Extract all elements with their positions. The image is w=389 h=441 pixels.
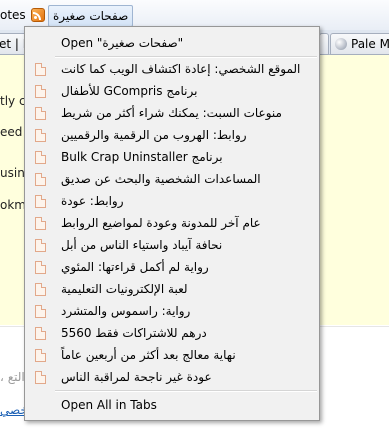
open-folder-item[interactable]: Open "صفحات صغيرة" (61, 36, 183, 50)
tab-right-label: Pale M (351, 37, 389, 51)
bookmark-item-label: برنامج GCompris للأطفال (61, 84, 198, 98)
page-icon (35, 107, 46, 120)
open-all-in-tabs-item[interactable]: Open All in Tabs (61, 398, 157, 412)
bg-text-line-2: eed (0, 125, 23, 139)
bookmark-item-label: روابط: الهروب من الرقمية والرقميين (61, 128, 247, 142)
tab-right[interactable]: Pale M (330, 33, 389, 55)
bookmark-item[interactable]: المساعدات الشخصية والبحث عن صديق (25, 169, 319, 191)
bookmark-item-label: الموقع الشخصي: إعادة اكتشاف الويب كما كا… (61, 62, 301, 76)
tab-partial[interactable] (319, 33, 329, 55)
page-icon (35, 371, 46, 384)
bookmark-item-label: رواية: راسموس والمتشرد (61, 304, 191, 318)
bookmark-item[interactable]: لعبة الإلكترونيات التعليمية (25, 279, 319, 301)
page-icon (35, 261, 46, 274)
rss-feed-icon (31, 8, 45, 22)
bookmark-notes-fragment[interactable]: otes (0, 8, 26, 22)
bookmark-item-label: منوعات السبت: يمكنك شراء أكثر من شريط (61, 106, 282, 120)
bg-gray-text: ، التع (0, 370, 25, 384)
bookmark-item-label: روابط: عودة (61, 194, 124, 208)
page-icon (35, 129, 46, 142)
bookmark-folder-menu: Open "صفحات صغيرة" الموقع الشخصي: إعادة … (24, 26, 320, 421)
bookmark-item-label: لعبة الإلكترونيات التعليمية (61, 282, 188, 296)
menu-separator (55, 390, 317, 392)
page-icon (35, 283, 46, 296)
bookmark-item[interactable]: نهاية معالج بعد أكثر من أربعين عاماً (25, 345, 319, 367)
page-icon (35, 239, 46, 252)
bookmark-item[interactable]: رواية: راسموس والمتشرد (25, 301, 319, 323)
bg-text-line-3: usin (0, 166, 25, 180)
page-icon (35, 217, 46, 230)
page-icon (35, 195, 46, 208)
bookmark-item-label: درهم للاشتراكات فقط 5560 (61, 326, 207, 340)
bookmark-item-label: عام آخر للمدونة وعودة لمواضيع الروابط (61, 216, 261, 230)
page-icon (35, 173, 46, 186)
bookmark-item-label: عودة غير ناجحة لمراقبة الناس (61, 370, 212, 384)
bookmark-item[interactable]: عام آخر للمدونة وعودة لمواضيع الروابط (25, 213, 319, 235)
bookmark-item-label: نحافة آيباد واستياء الناس من أبل (61, 238, 223, 252)
bookmark-item[interactable]: عودة غير ناجحة لمراقبة الناس (25, 367, 319, 389)
bookmark-folder-button[interactable]: صفحات صغيرة (48, 5, 134, 27)
bookmark-item[interactable]: رواية لم أكمل قراءتها: المئوي (25, 257, 319, 279)
menu-separator (55, 56, 317, 58)
page-icon (35, 305, 46, 318)
bg-text-line-4: okm (0, 198, 26, 212)
bookmark-item-label: رواية لم أكمل قراءتها: المئوي (61, 260, 209, 274)
bookmark-item[interactable]: الموقع الشخصي: إعادة اكتشاف الويب كما كا… (25, 59, 319, 81)
page-icon (35, 349, 46, 362)
globe-icon (335, 38, 347, 50)
page-icon (35, 327, 46, 340)
bookmark-item[interactable]: روابط: عودة (25, 191, 319, 213)
bookmark-item[interactable]: منوعات السبت: يمكنك شراء أكثر من شريط (25, 103, 319, 125)
bookmark-item[interactable]: برنامج GCompris للأطفال (25, 81, 319, 103)
page-icon (35, 151, 46, 164)
bookmark-item[interactable]: برنامج Bulk Crap Uninstaller (25, 147, 319, 169)
bookmark-item[interactable]: نحافة آيباد واستياء الناس من أبل (25, 235, 319, 257)
bookmark-item[interactable]: روابط: الهروب من الرقمية والرقميين (25, 125, 319, 147)
bookmark-item-label: المساعدات الشخصية والبحث عن صديق (61, 172, 261, 186)
page-icon (35, 63, 46, 76)
bookmark-item-label: نهاية معالج بعد أكثر من أربعين عاماً (61, 348, 236, 362)
bookmark-item[interactable]: درهم للاشتراكات فقط 5560 (25, 323, 319, 345)
bookmark-item-label: برنامج Bulk Crap Uninstaller (61, 150, 223, 164)
page-icon (35, 85, 46, 98)
